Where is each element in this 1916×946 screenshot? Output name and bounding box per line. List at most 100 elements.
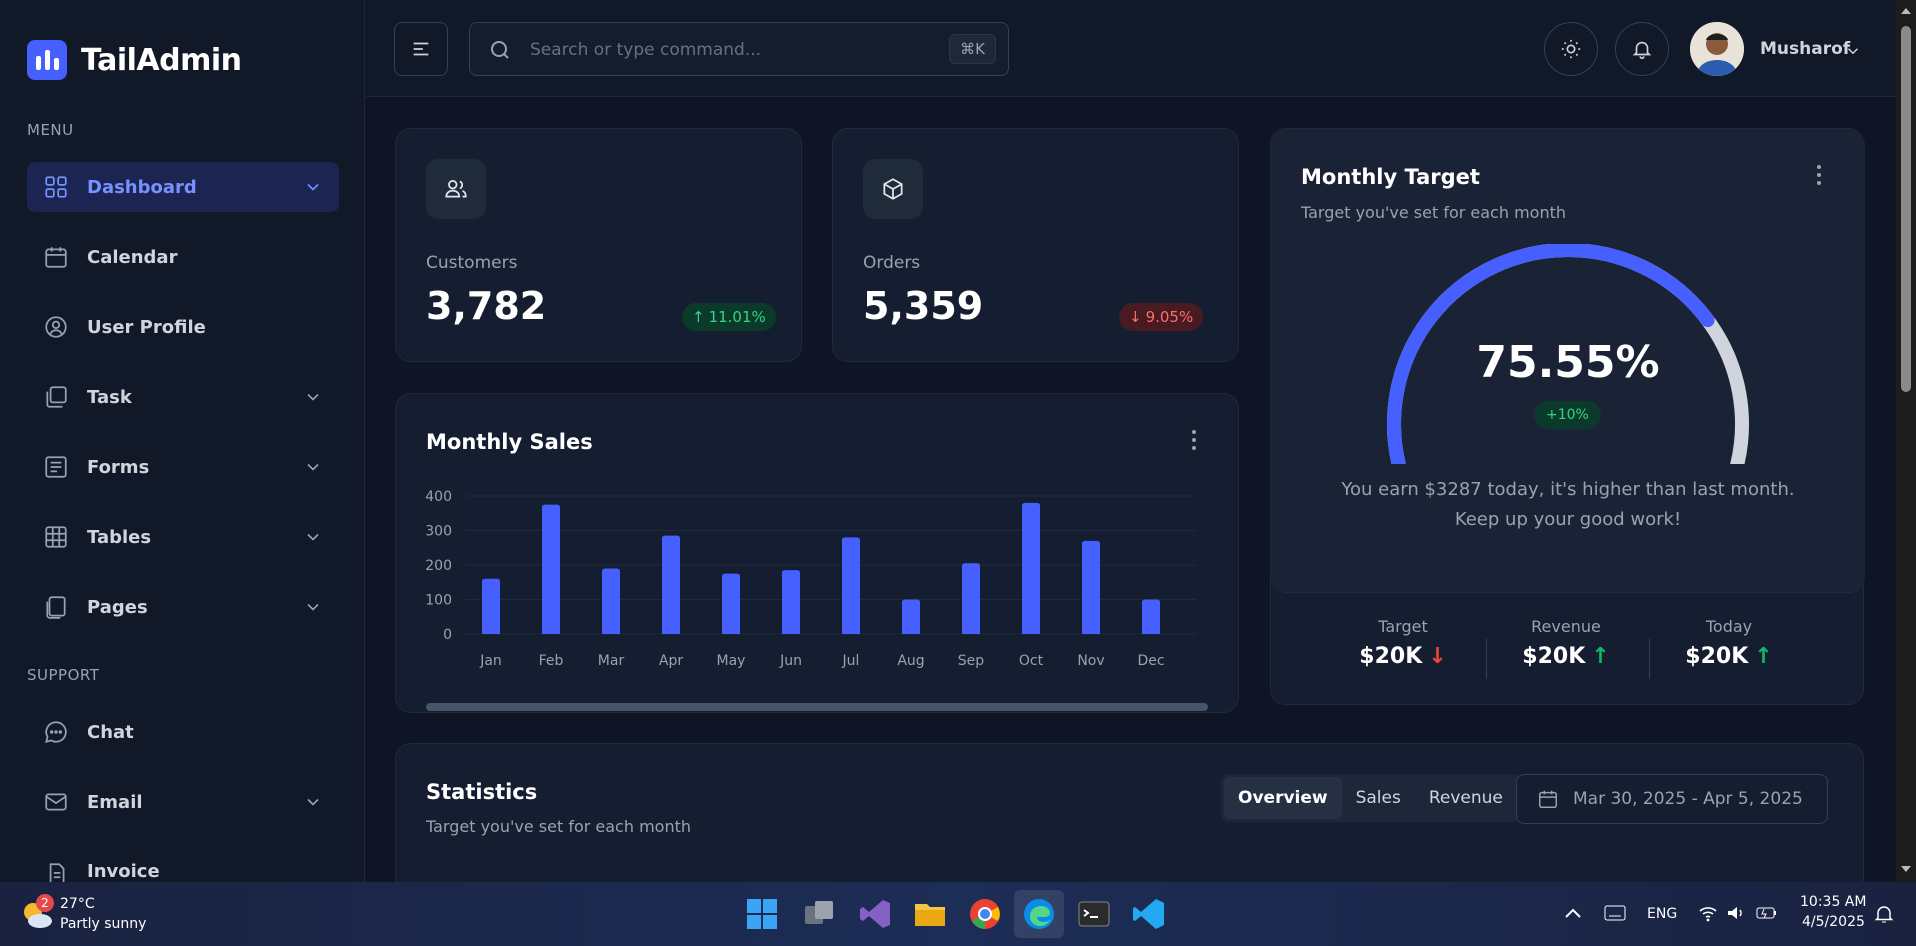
sidebar-item-email[interactable]: Email xyxy=(27,777,339,827)
sidebar-item-label: Chat xyxy=(87,721,134,743)
date-range-picker[interactable]: Mar 30, 2025 - Apr 5, 2025 xyxy=(1516,774,1828,824)
bar-apr[interactable] xyxy=(662,535,680,634)
x-tick-label: Aug xyxy=(897,653,924,669)
weather-widget[interactable]: 2 27°C Partly sunny xyxy=(18,892,158,938)
support-section-label: SUPPORT xyxy=(27,666,100,684)
sidebar-item-task[interactable]: Task xyxy=(27,372,339,422)
form-icon xyxy=(45,456,67,478)
wifi-icon[interactable] xyxy=(1698,904,1718,922)
task-view-icon[interactable] xyxy=(801,896,837,932)
more-options-icon[interactable] xyxy=(1191,429,1197,451)
grid-icon xyxy=(45,176,67,198)
metric-value: 5,359 xyxy=(863,284,984,328)
bar-oct[interactable] xyxy=(1022,502,1040,634)
theme-toggle-button[interactable] xyxy=(1544,22,1598,76)
notifications-button[interactable] xyxy=(1615,22,1669,76)
scroll-up-icon[interactable] xyxy=(1900,6,1912,16)
y-tick-label: 0 xyxy=(443,627,452,643)
clock-date[interactable]: 4/5/2025 xyxy=(1802,914,1865,930)
status-badge: +10% xyxy=(1534,401,1601,429)
x-tick-label: Sep xyxy=(958,653,985,669)
edge-icon[interactable] xyxy=(1021,896,1057,932)
card-title: Monthly Sales xyxy=(426,430,593,454)
sidebar-item-pages[interactable]: Pages xyxy=(27,582,339,632)
bar-sep[interactable] xyxy=(962,563,980,634)
language-indicator[interactable]: ENG xyxy=(1647,906,1677,922)
change-value: 9.05% xyxy=(1145,308,1194,326)
user-name[interactable]: Musharof xyxy=(1760,39,1850,59)
target-panel: Monthly Target Target you've set for eac… xyxy=(1271,129,1865,593)
bar-nov[interactable] xyxy=(1082,540,1100,634)
sidebar-item-user-profile[interactable]: User Profile xyxy=(27,302,339,352)
kpi-today: Today $20K ↑ xyxy=(1649,617,1809,669)
pages-icon xyxy=(46,596,66,619)
brand-logo[interactable]: TailAdmin xyxy=(27,40,242,80)
arrow-down-icon: ↓ xyxy=(1428,644,1447,669)
terminal-icon[interactable] xyxy=(1076,896,1112,932)
avatar[interactable] xyxy=(1690,22,1744,76)
notification-count: 2 xyxy=(36,894,54,912)
kpi-value: $20K xyxy=(1685,644,1749,669)
customers-card: Customers 3,782 ↑ 11.01% xyxy=(395,128,802,362)
clock-time[interactable]: 10:35 AM xyxy=(1800,894,1866,910)
tab-sales[interactable]: Sales xyxy=(1342,777,1415,819)
visual-studio-icon[interactable] xyxy=(857,896,893,932)
monthly-sales-chart: 0 100 200 300 400 Jan Feb Mar Apr May Jun Jul Aug Sep… xyxy=(425,489,1196,669)
sidebar-item-calendar[interactable]: Calendar xyxy=(27,232,339,282)
logo-icon xyxy=(27,40,67,80)
more-options-icon[interactable] xyxy=(1816,164,1822,186)
sidebar-item-invoice[interactable]: Invoice xyxy=(27,847,339,882)
bar-jul[interactable] xyxy=(842,537,860,634)
scrollbar-thumb[interactable] xyxy=(1901,26,1911,392)
sidebar-item-label: Invoice xyxy=(87,861,160,882)
x-tick-label: May xyxy=(717,653,746,669)
windows-start-icon[interactable] xyxy=(744,896,780,932)
target-message: You earn $3287 today, it's higher than l… xyxy=(1341,479,1795,500)
chart-scrollbar[interactable] xyxy=(426,703,1208,711)
chrome-icon[interactable] xyxy=(967,896,1003,932)
chevron-down-icon xyxy=(307,798,319,806)
scroll-down-icon[interactable] xyxy=(1900,864,1912,874)
sidebar-item-forms[interactable]: Forms xyxy=(27,442,339,492)
sidebar-item-label: User Profile xyxy=(87,316,206,338)
sidebar-item-dashboard[interactable]: Dashboard xyxy=(27,162,339,212)
sidebar-item-label: Calendar xyxy=(87,246,178,268)
card-subtitle: Target you've set for each month xyxy=(426,817,692,836)
users-icon-box xyxy=(426,159,486,219)
bar-may[interactable] xyxy=(722,573,740,634)
x-tick-label: Feb xyxy=(539,653,564,669)
bar-jun[interactable] xyxy=(782,570,800,634)
bar-feb[interactable] xyxy=(542,504,560,634)
battery-icon[interactable] xyxy=(1756,904,1778,922)
brand-name: TailAdmin xyxy=(81,42,242,78)
weather-desc: Partly sunny xyxy=(60,916,147,932)
chevron-down-icon xyxy=(307,463,319,471)
arrow-down-icon: ↓ xyxy=(1129,308,1142,326)
volume-icon[interactable] xyxy=(1726,904,1746,922)
sidebar-toggle-button[interactable] xyxy=(394,22,448,76)
sidebar-item-tables[interactable]: Tables xyxy=(27,512,339,562)
statistics-tabs: Overview Sales Revenue xyxy=(1221,774,1520,822)
chevron-down-icon[interactable] xyxy=(1844,42,1862,60)
notification-center-icon[interactable] xyxy=(1874,904,1894,924)
bar-dec[interactable] xyxy=(1142,599,1160,635)
sidebar-item-label: Tables xyxy=(87,526,152,548)
bar-mar[interactable] xyxy=(602,568,620,634)
sidebar-item-chat[interactable]: Chat xyxy=(27,707,339,757)
vscode-icon[interactable] xyxy=(1131,896,1167,932)
target-message-2: Keep up your good work! xyxy=(1454,509,1682,530)
y-tick-label: 200 xyxy=(425,558,452,574)
weather-temp: 27°C xyxy=(60,896,95,912)
bar-aug[interactable] xyxy=(902,599,920,635)
file-explorer-icon[interactable] xyxy=(912,896,948,932)
bar-jan[interactable] xyxy=(482,578,500,634)
tab-revenue[interactable]: Revenue xyxy=(1415,777,1517,819)
chevron-up-icon[interactable] xyxy=(1564,906,1582,920)
keyboard-icon[interactable] xyxy=(1604,904,1626,922)
change-value: 11.01% xyxy=(708,308,766,326)
tab-overview[interactable]: Overview xyxy=(1224,777,1342,819)
search-input[interactable]: Search or type command... ⌘K xyxy=(469,22,1009,76)
statistics-card: Statistics Target you've set for each mo… xyxy=(395,743,1864,903)
chevron-down-icon xyxy=(307,183,319,191)
page-scrollbar[interactable] xyxy=(1896,0,1916,882)
